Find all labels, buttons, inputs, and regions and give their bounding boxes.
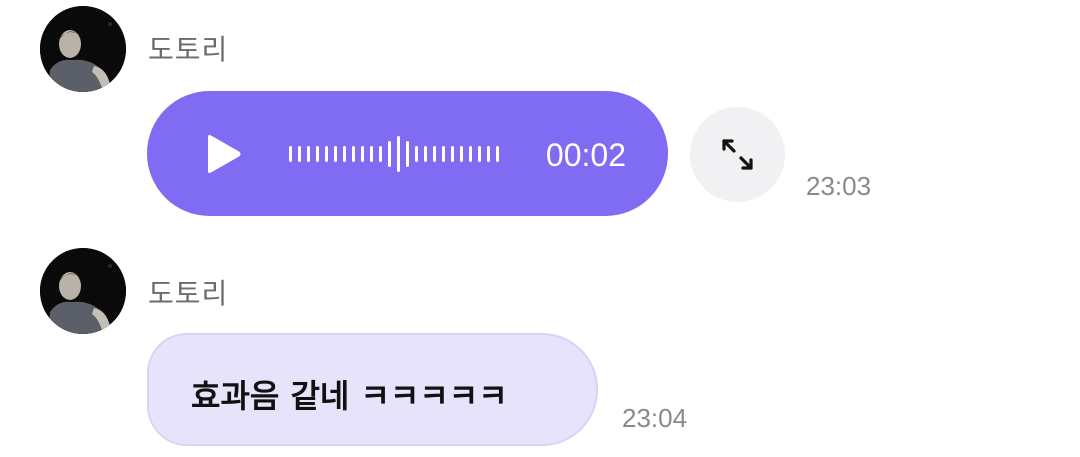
- avatar-photo: [40, 6, 126, 92]
- message-text: 효과음 같네 ㅋㅋㅋㅋㅋ: [191, 377, 508, 415]
- message-time: 23:03: [806, 171, 872, 201]
- avatar-photo: [40, 248, 126, 334]
- sender-name: 도토리: [148, 277, 229, 310]
- play-button[interactable]: [203, 133, 243, 175]
- text-message-bubble[interactable]: 효과음 같네 ㅋㅋㅋㅋㅋ: [147, 333, 598, 446]
- voice-message-bubble[interactable]: 00:02: [147, 91, 668, 216]
- avatar[interactable]: [40, 6, 126, 92]
- message-time: 23:04: [622, 403, 688, 433]
- avatar[interactable]: [40, 248, 126, 334]
- waveform[interactable]: [287, 133, 507, 175]
- expand-button[interactable]: [690, 107, 785, 202]
- chat-screen: 도토리 00:02 23:03 도토리 효과음 같네 ㅋㅋㅋㅋㅋ 23:04: [0, 0, 1080, 457]
- sender-name: 도토리: [148, 33, 229, 66]
- voice-duration: 00:02: [545, 137, 626, 173]
- play-icon: [208, 135, 241, 173]
- expand-icon: [722, 139, 753, 170]
